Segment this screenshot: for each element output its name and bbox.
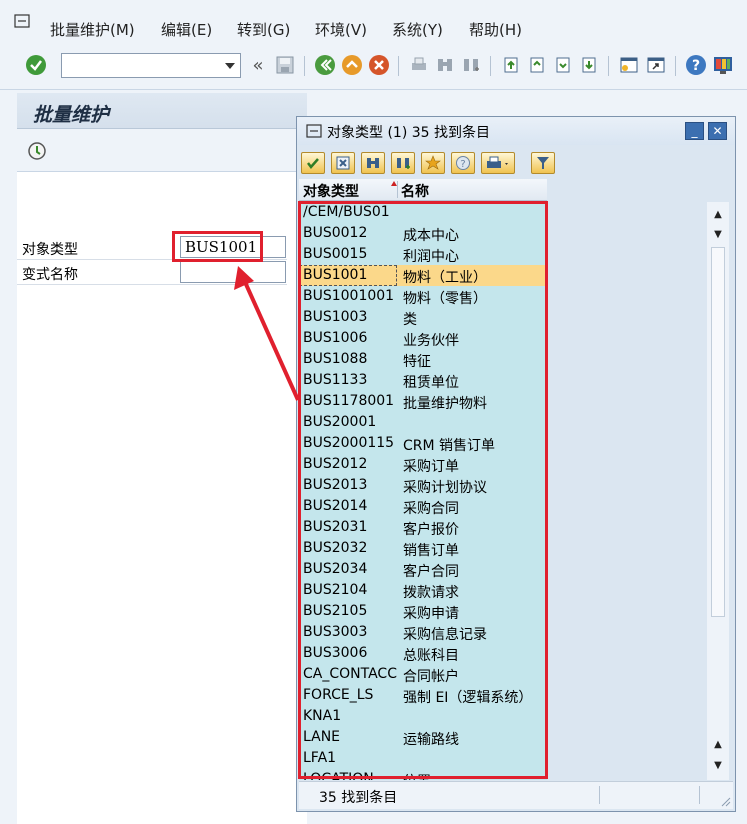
filter-icon[interactable] (531, 152, 555, 174)
object-type-label: 对象类型 (22, 242, 78, 258)
shortcut-icon[interactable] (645, 54, 667, 76)
minimize-button[interactable]: _ (685, 122, 704, 140)
resize-grip-icon[interactable] (719, 795, 731, 807)
prev-page-icon[interactable] (526, 54, 548, 76)
enter-icon[interactable] (25, 54, 47, 76)
menu-edit[interactable]: 编辑(E) (161, 19, 212, 40)
save-icon[interactable] (274, 54, 296, 76)
new-session-icon[interactable] (618, 54, 640, 76)
svg-text:?: ? (460, 159, 465, 170)
popup-status-bar: 35 找到条目 (299, 781, 733, 809)
system-menu-icon[interactable] (14, 14, 30, 28)
popup-toolbar: ? (297, 147, 735, 177)
chevron-down-icon[interactable] (225, 63, 235, 69)
variant-name-label: 变式名称 (22, 267, 78, 283)
print-icon[interactable] (408, 54, 430, 76)
confirm-icon[interactable] (301, 152, 325, 174)
scrollbar-thumb[interactable] (711, 247, 725, 617)
find-next-icon[interactable] (391, 152, 415, 174)
last-page-icon[interactable] (578, 54, 600, 76)
variant-name-input[interactable] (180, 261, 286, 283)
column-header-name[interactable]: 名称 (401, 181, 429, 201)
list-highlight-annotation (298, 201, 548, 779)
help-icon[interactable]: ? (685, 54, 707, 76)
screen-title-bar: 批量维护 (17, 93, 307, 129)
menu-environment[interactable]: 环境(V) (315, 19, 367, 40)
menu-help[interactable]: 帮助(H) (469, 19, 522, 40)
layout-icon[interactable] (712, 54, 734, 76)
vertical-scrollbar[interactable]: ▲ ▼ ▲ ▼ (707, 202, 729, 780)
add-favorite-icon[interactable] (421, 152, 445, 174)
first-page-icon[interactable] (500, 54, 522, 76)
input-highlight-annotation (172, 231, 263, 262)
list-header: 对象类型 名称 (299, 179, 547, 201)
scroll-up-icon[interactable]: ▲ (709, 735, 727, 753)
application-toolbar (17, 130, 307, 172)
next-page-icon[interactable] (552, 54, 574, 76)
menu-goto[interactable]: 转到(G) (237, 19, 290, 40)
scroll-down-icon[interactable]: ▼ (709, 756, 727, 774)
variant-row: 变式名称 (17, 261, 287, 285)
menu-system[interactable]: 系统(Y) (392, 19, 443, 40)
menu-batch-maintain[interactable]: 批量维护(M) (50, 19, 135, 40)
close-button[interactable]: ✕ (708, 122, 727, 140)
column-header-object-type[interactable]: 对象类型 (303, 181, 359, 201)
command-field[interactable] (61, 53, 241, 78)
back-icon[interactable]: « (248, 54, 268, 76)
status-text: 35 找到条目 (319, 790, 398, 806)
find-next-icon[interactable] (460, 54, 482, 76)
back-green-icon[interactable] (314, 54, 336, 76)
find-icon[interactable] (434, 54, 456, 76)
page-title: 批量维护 (33, 104, 110, 126)
svg-text:?: ? (692, 58, 700, 74)
menu-bar: 批量维护(M) 编辑(E) 转到(G) 环境(V) 系统(Y) 帮助(H) (0, 0, 747, 44)
exit-icon[interactable] (341, 54, 363, 76)
execute-icon[interactable] (27, 141, 47, 161)
scroll-up-icon[interactable]: ▲ (709, 205, 727, 223)
scroll-down-icon[interactable]: ▼ (709, 225, 727, 243)
popup-title-bar[interactable]: 对象类型 (1) 35 找到条目 _ ✕ (297, 117, 735, 145)
cancel-icon[interactable] (368, 54, 390, 76)
cancel-icon[interactable] (331, 152, 355, 174)
help-icon[interactable]: ? (451, 152, 475, 174)
print-dropdown-icon[interactable] (481, 152, 515, 174)
system-menu-icon[interactable] (306, 124, 322, 138)
find-icon[interactable] (361, 152, 385, 174)
popup-title: 对象类型 (1) 35 找到条目 (327, 125, 490, 141)
